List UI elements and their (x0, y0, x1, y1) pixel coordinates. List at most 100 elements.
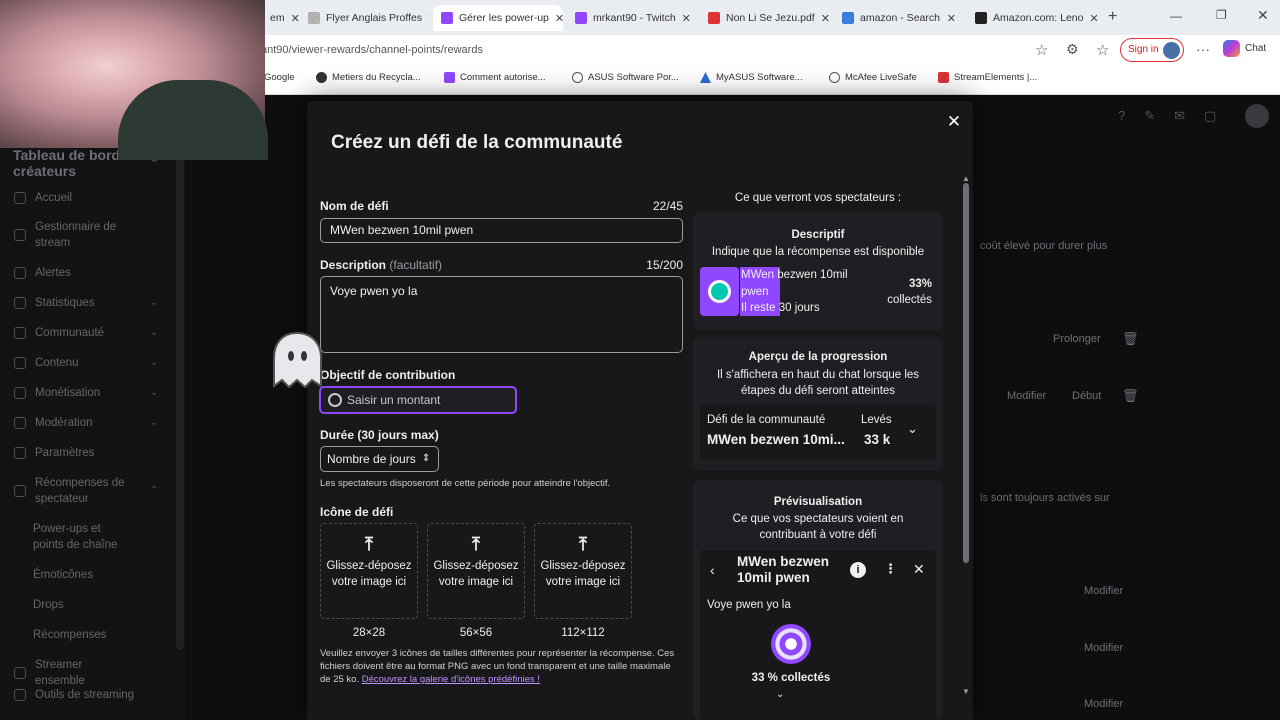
browser-tab[interactable]: em ✕ (262, 5, 304, 31)
close-icon[interactable]: ✕ (913, 561, 925, 578)
address-bar[interactable]: ant90/viewer-rewards/channel-points/rewa… (255, 39, 1025, 61)
trash-icon[interactable]: 🗑 (1122, 331, 1139, 347)
modify-button[interactable]: Modifier (1084, 585, 1123, 597)
description-label: Description (facultatif) (320, 258, 443, 272)
chevron-down-icon[interactable]: ⌄ (907, 421, 918, 437)
help-icon[interactable]: ? (1118, 108, 1125, 124)
sidebar-item[interactable]: Communauté ⌄ (14, 325, 164, 341)
minimize-button[interactable]: — (1170, 9, 1182, 23)
sidebar-item[interactable]: Monétisation ⌄ (14, 385, 164, 401)
info-icon[interactable]: i (850, 562, 866, 578)
user-avatar[interactable] (1245, 104, 1269, 128)
favorite-google[interactable]: Google (264, 72, 295, 83)
sidebar-item[interactable]: Émoticônes (33, 567, 183, 583)
close-modal-button[interactable]: ✕ (943, 111, 965, 133)
size-label: 28×28 (352, 627, 386, 639)
sidebar-scrollbar[interactable] (176, 150, 184, 650)
sidebar-item-label: Paramètres (35, 447, 95, 459)
goal-amount-input[interactable]: Saisir un montant (319, 386, 517, 414)
more-icon[interactable]: ··· (1196, 41, 1210, 57)
extensions-icon[interactable]: ⚙ (1066, 41, 1079, 58)
sidebar-item[interactable]: Gestionnaire de stream (14, 219, 164, 251)
chevron-down-icon[interactable]: ⌄ (776, 689, 784, 700)
start-button[interactable]: Début (1072, 390, 1101, 402)
favorite-mcafee[interactable]: McAfee LiveSafe (829, 72, 917, 83)
modify-button[interactable]: Modifier (1007, 390, 1046, 402)
sidebar-item[interactable]: Statistiques ⌄ (14, 295, 164, 311)
favorite-asus[interactable]: ASUS Software Por... (572, 72, 679, 83)
mail-icon[interactable]: ✉ (1174, 108, 1185, 124)
back-icon[interactable]: ‹ (710, 562, 715, 578)
dropzone-112[interactable]: ⤒ Glissez-déposez votre image ici (534, 523, 632, 619)
description-textarea[interactable]: Voye pwen yo la (320, 276, 683, 353)
tab-close-icon[interactable]: ✕ (941, 12, 956, 25)
browser-tab[interactable]: amazon - Search ✕ (834, 5, 964, 31)
stepper-arrows-icon[interactable]: ⇕ (422, 447, 430, 471)
tab-label: amazon - Search (860, 12, 940, 24)
sidebar-item[interactable]: Accueil (14, 190, 164, 206)
browser-tab[interactable]: Gérer les power-up ✕ (433, 5, 563, 31)
sidebar-item-icon (14, 357, 26, 369)
chat-icon[interactable]: ▢ (1204, 108, 1216, 124)
sidebar-item[interactable]: Drops (33, 597, 183, 613)
scroll-down-icon[interactable]: ▼ (962, 687, 970, 696)
challenge-name-input[interactable]: MWen bezwen 10mil pwen (320, 218, 683, 243)
tab-close-icon[interactable]: ✕ (422, 12, 430, 25)
sidebar-item[interactable]: Contenu ⌄ (14, 355, 164, 371)
sidebar-item[interactable]: Outils de streaming (14, 687, 164, 703)
sidebar-item[interactable]: Modération ⌄ (14, 415, 164, 431)
sidebar-item[interactable]: Alertes (14, 265, 164, 281)
dropzone-56[interactable]: ⤒ Glissez-déposez votre image ici (427, 523, 525, 619)
dropzone-28[interactable]: ⤒ Glissez-déposez votre image ici (320, 523, 418, 619)
browser-tab[interactable]: mrkant90 - Twitch ✕ (567, 5, 697, 31)
pin-icon[interactable]: ✎ (1144, 108, 1155, 124)
icon-gallery-link[interactable]: Découvrez la galerie d'icônes prédéfinie… (362, 674, 540, 685)
sidebar-item-label: Outils de streaming (35, 689, 135, 701)
more-vertical-icon[interactable]: ⋮ (884, 561, 897, 577)
tab-close-icon[interactable]: ✕ (1083, 12, 1097, 25)
chevron-icon: ⌄ (150, 297, 159, 308)
new-tab-button[interactable]: + (1108, 8, 1117, 26)
modify-button[interactable]: Modifier (1084, 698, 1123, 710)
tab-favicon-icon (975, 12, 987, 24)
modify-button[interactable]: Modifier (1084, 642, 1123, 654)
sidebar-item[interactable]: Paramètres (14, 445, 164, 461)
sidebar-item-icon (14, 192, 26, 204)
favorite-myasus[interactable]: MyASUS Software... (700, 72, 803, 83)
sidebar-item[interactable]: Power-ups et points de chaîne (33, 521, 183, 553)
favorite-metiers[interactable]: Metiers du Recycla... (316, 72, 421, 83)
progress-subtitle: Il s'affichera en haut du chat lorsque l… (716, 369, 920, 397)
chat-label: Chat (1245, 43, 1267, 54)
sidebar-item-label: Streamer ensemble (35, 659, 85, 687)
preview-heading: Ce que verront vos spectateurs : (734, 192, 902, 204)
favorite-star-icon[interactable]: ☆ (1035, 41, 1048, 59)
scroll-up-icon[interactable]: ▲ (962, 174, 970, 183)
sign-in-button[interactable]: Sign in (1120, 38, 1184, 62)
tab-close-icon[interactable]: ✕ (549, 12, 563, 25)
browser-tab[interactable]: Amazon.com: Leno ✕ (967, 5, 1097, 31)
tab-close-icon[interactable]: ✕ (285, 12, 300, 25)
browser-tab[interactable]: Flyer Anglais Proffes✕ (300, 5, 430, 31)
tab-close-icon[interactable]: ✕ (676, 12, 691, 25)
sidebar-item[interactable]: Récompenses de spectateur ⌃ (14, 475, 164, 507)
favorite-streamelements[interactable]: StreamElements |... (938, 72, 1037, 83)
favorites-icon[interactable]: ☆ (1096, 41, 1109, 59)
duration-label: Durée (30 jours max) (320, 428, 439, 442)
modal-scrollbar[interactable] (963, 183, 969, 563)
extend-button[interactable]: Prolonger (1053, 333, 1101, 345)
window-close-button[interactable]: ✕ (1257, 7, 1269, 24)
copilot-chat-button[interactable]: Chat (1223, 40, 1266, 57)
tab-close-icon[interactable]: ✕ (815, 12, 830, 25)
sidebar-item[interactable]: Récompenses (33, 627, 183, 643)
browser-tab[interactable]: Non Li Se Jezu.pdf ✕ (700, 5, 830, 31)
chevron-icon: ⌃ (150, 485, 159, 496)
sidebar-item[interactable]: Streamer ensemble (14, 657, 164, 689)
sidebar-item-icon (14, 267, 26, 279)
favorite-comment[interactable]: Comment autorise... (444, 72, 546, 83)
sidebar-item-label: Statistiques (35, 297, 95, 309)
duration-stepper[interactable]: Nombre de jours ⇕ (320, 446, 439, 472)
twitch-icon (444, 72, 455, 83)
sign-in-label: Sign in (1128, 44, 1159, 55)
restore-button[interactable]: ❐ (1216, 8, 1227, 22)
trash-icon[interactable]: 🗑 (1122, 388, 1139, 404)
